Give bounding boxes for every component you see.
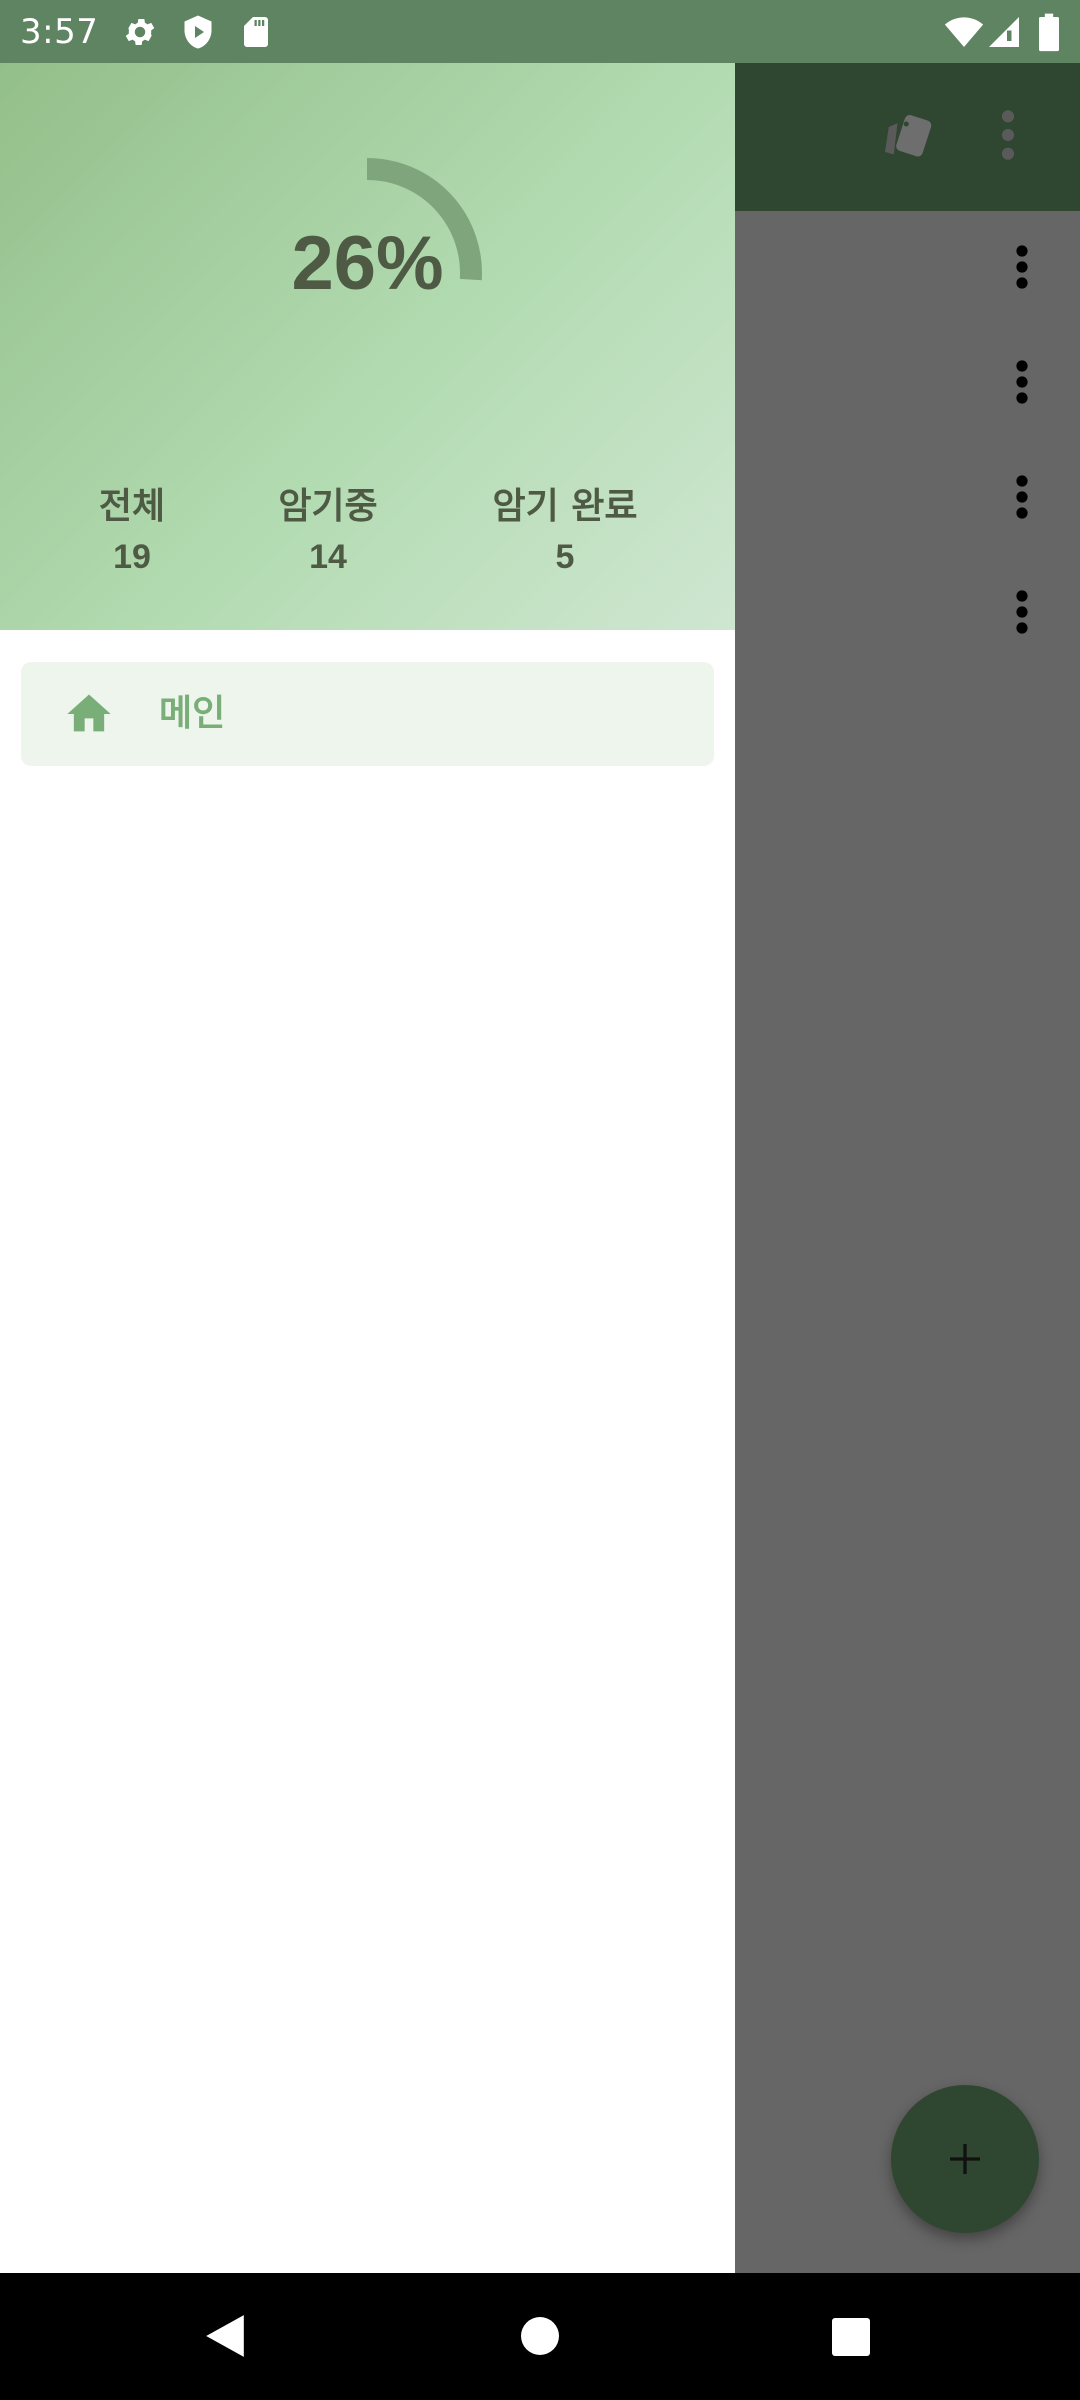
stat-completed-label: 암기 완료: [492, 486, 638, 527]
wifi-icon: [944, 17, 984, 47]
battery-icon: [1039, 13, 1059, 52]
stat-total: 전체 19: [82, 483, 182, 583]
add-fab-button[interactable]: [891, 2085, 1039, 2233]
home-circle-icon[interactable]: [520, 2316, 560, 2356]
signal-icon: [989, 17, 1019, 47]
sd-card-icon: [244, 17, 268, 47]
drawer-item-main[interactable]: 메인: [21, 662, 714, 766]
system-nav-bar: [0, 2273, 1080, 2400]
progress-percent: 26%: [291, 221, 444, 306]
stat-memorizing: 암기중 14: [258, 483, 398, 583]
shield-play-icon: [184, 15, 212, 49]
more-vertical-icon[interactable]: [1010, 588, 1034, 636]
app-toolbar: [735, 63, 1080, 211]
more-vertical-icon[interactable]: [1010, 473, 1034, 521]
overflow-menu-icon[interactable]: [998, 107, 1018, 163]
stat-total-value: 19: [113, 538, 151, 576]
stat-memorizing-label: 암기중: [278, 486, 378, 527]
more-vertical-icon[interactable]: [1010, 243, 1034, 291]
status-bar: 3:57: [0, 0, 1080, 63]
plus-icon: [950, 2144, 980, 2174]
stat-completed: 암기 완료 5: [470, 483, 660, 583]
status-time: 3:57: [20, 12, 99, 52]
navigation-drawer: 26% 전체 19 암기중 14 암기 완료 5 메인: [0, 63, 735, 2273]
recents-icon[interactable]: [831, 2317, 871, 2357]
drawer-header: 26% 전체 19 암기중 14 암기 완료 5: [0, 63, 735, 630]
more-vertical-icon[interactable]: [1010, 358, 1034, 406]
stat-completed-value: 5: [555, 538, 575, 576]
drawer-item-main-label: 메인: [159, 693, 226, 734]
cards-icon[interactable]: [880, 107, 940, 167]
back-icon[interactable]: [204, 2313, 246, 2359]
home-icon: [67, 694, 111, 732]
gear-icon: [125, 18, 155, 46]
stat-memorizing-value: 14: [309, 538, 347, 576]
stat-total-label: 전체: [98, 486, 166, 527]
